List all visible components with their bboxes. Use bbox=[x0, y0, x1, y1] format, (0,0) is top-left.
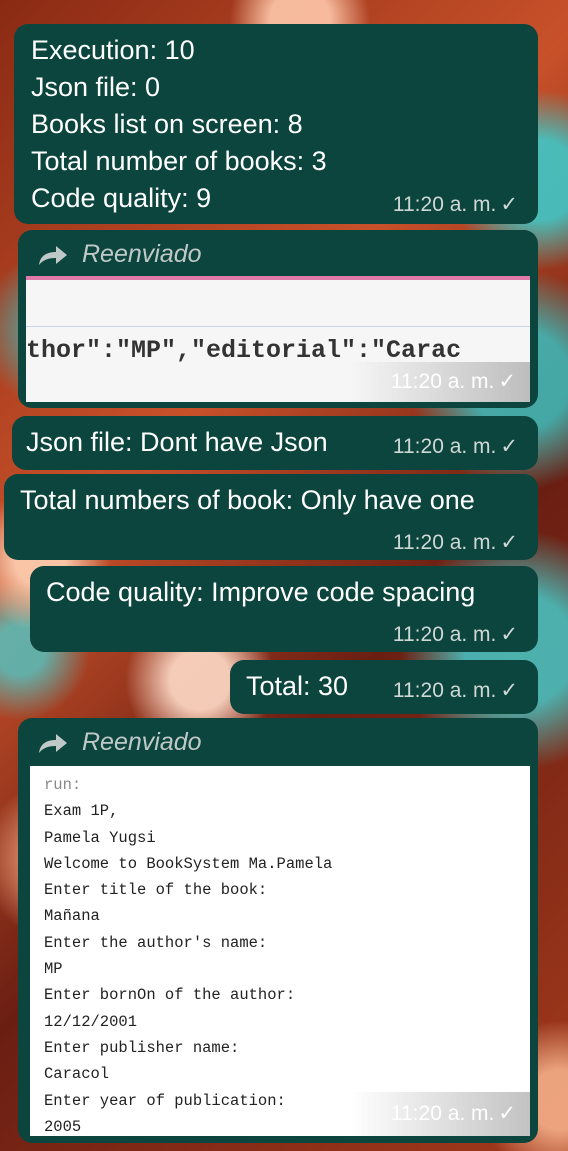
forwarded-label: Reenviado bbox=[38, 240, 202, 269]
console-line: Enter bornOn of the author: bbox=[44, 986, 296, 1005]
double-check-icon: ✓ bbox=[500, 623, 518, 646]
message-bubble-scores[interactable]: Execution: 10 Json file: 0 Books list on… bbox=[14, 24, 538, 224]
console-line: Caracol bbox=[44, 1065, 110, 1084]
double-check-icon: ✓ bbox=[498, 370, 516, 393]
message-timestamp: 11:20 a. m. ✓ bbox=[392, 193, 518, 216]
console-line: Welcome to BookSystem Ma.Pamela bbox=[44, 854, 333, 873]
message-timestamp: 11:20 a. m. ✓ bbox=[392, 623, 518, 646]
message-bubble-forwarded-image[interactable]: Reenviado thor":"MP","editorial":"Carac … bbox=[18, 230, 538, 408]
message-timestamp: 11:20 a. m. ✓ bbox=[392, 531, 518, 554]
console-line: Mañana bbox=[44, 907, 100, 926]
console-line: 12/12/2001 bbox=[44, 1012, 138, 1031]
message-timestamp: 11:20 a. m. ✓ bbox=[392, 679, 518, 702]
forwarded-label: Reenviado bbox=[38, 728, 202, 757]
console-line: 2005 bbox=[44, 1117, 82, 1136]
console-line: Enter year of publication: bbox=[44, 1091, 286, 1110]
message-line: Execution: 10 bbox=[31, 35, 195, 65]
forwarded-text: Reenviado bbox=[82, 728, 202, 756]
message-timestamp: 11:20 a. m. ✓ bbox=[392, 435, 518, 458]
message-bubble-books-feedback[interactable]: Total numbers of book: Only have one 11:… bbox=[4, 474, 538, 560]
double-check-icon: ✓ bbox=[500, 679, 518, 702]
message-timestamp: 11:20 a. m. ✓ bbox=[390, 1102, 516, 1125]
forwarded-text: Reenviado bbox=[82, 240, 202, 268]
console-screenshot[interactable]: run: Exam 1P, Pamela Yugsi Welcome to Bo… bbox=[30, 766, 530, 1136]
message-text: Code quality: Improve code spacing bbox=[46, 577, 476, 607]
message-line: Json file: 0 bbox=[31, 72, 161, 102]
message-text: Total: 30 bbox=[246, 671, 349, 701]
message-bubble-total[interactable]: Total: 30 11:20 a. m. ✓ bbox=[230, 660, 538, 714]
message-text: Json file: Dont have Json bbox=[26, 427, 328, 457]
message-bubble-json-feedback[interactable]: Json file: Dont have Json 11:20 a. m. ✓ bbox=[12, 416, 538, 470]
message-timestamp: 11:20 a. m. ✓ bbox=[390, 370, 516, 393]
console-line: Pamela Yugsi bbox=[44, 828, 156, 847]
forwarded-image[interactable]: thor":"MP","editorial":"Carac 11:20 a. m… bbox=[26, 276, 530, 402]
double-check-icon: ✓ bbox=[500, 531, 518, 554]
message-bubble-code-feedback[interactable]: Code quality: Improve code spacing 11:20… bbox=[30, 566, 538, 652]
message-bubble-forwarded-console[interactable]: Reenviado run: Exam 1P, Pamela Yugsi Wel… bbox=[18, 718, 538, 1143]
forward-arrow-icon bbox=[39, 245, 67, 265]
console-line: Enter publisher name: bbox=[44, 1038, 240, 1057]
double-check-icon: ✓ bbox=[500, 435, 518, 458]
forward-arrow-icon bbox=[39, 733, 67, 753]
double-check-icon: ✓ bbox=[500, 193, 518, 216]
console-line: run: bbox=[44, 776, 82, 794]
double-check-icon: ✓ bbox=[498, 1102, 516, 1125]
console-line: Enter title of the book: bbox=[44, 881, 268, 900]
code-snippet: thor":"MP","editorial":"Carac bbox=[26, 336, 462, 365]
message-line: Total number of books: 3 bbox=[31, 146, 327, 176]
message-line: Books list on screen: 8 bbox=[31, 109, 303, 139]
console-line: Enter the author's name: bbox=[44, 933, 268, 952]
console-line: Exam 1P, bbox=[44, 802, 119, 821]
console-line: MP bbox=[44, 960, 63, 979]
message-text: Total numbers of book: Only have one bbox=[20, 485, 475, 515]
console-output: run: Exam 1P, Pamela Yugsi Welcome to Bo… bbox=[44, 772, 332, 1136]
message-line: Code quality: 9 bbox=[31, 183, 212, 213]
